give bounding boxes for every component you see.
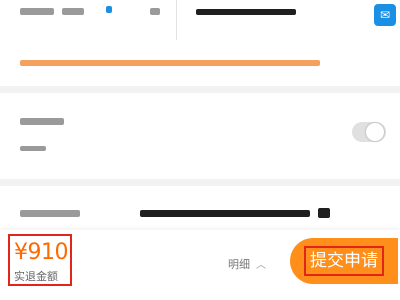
detail-toggle[interactable]: 明细 ︿ <box>228 256 266 272</box>
blurred-label <box>20 118 64 125</box>
blurred-value <box>140 210 310 217</box>
option-toggle-switch[interactable] <box>352 122 386 142</box>
blurred-value <box>196 9 296 15</box>
blurred-subtext <box>20 146 46 151</box>
blurred-mark <box>106 6 112 13</box>
refund-page: ✉ ¥910 实退金额 明细 ︿ 提交申请 <box>0 0 400 300</box>
refund-amount-label: 实退金额 <box>14 270 58 283</box>
blurred-label <box>20 210 80 217</box>
blurred-label <box>20 8 54 15</box>
blurred-mark <box>150 8 160 15</box>
blurred-label <box>62 8 84 15</box>
option-card <box>0 93 400 179</box>
column-divider <box>176 0 177 40</box>
blurred-notice <box>20 60 320 66</box>
refund-amount: ¥910 <box>14 240 69 265</box>
submit-button[interactable]: 提交申请 <box>290 238 398 284</box>
toggle-knob <box>366 123 384 141</box>
chevron-up-icon: ︿ <box>256 260 266 271</box>
service-icon[interactable]: ✉ <box>374 4 396 26</box>
blurred-mark <box>318 208 330 218</box>
submit-label: 提交申请 <box>304 246 384 276</box>
detail-label: 明细 <box>228 258 250 271</box>
